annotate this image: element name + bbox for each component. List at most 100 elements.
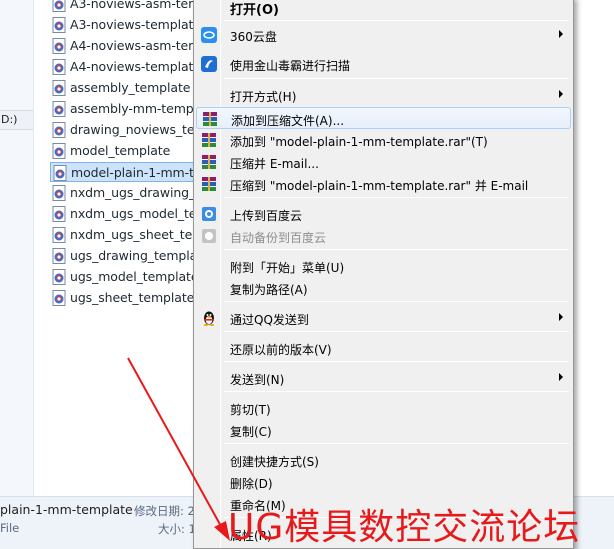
file-name: assembly_template bbox=[70, 80, 191, 95]
nx-part-file-icon bbox=[52, 269, 67, 285]
menu-item-label: 上传到百度云 bbox=[230, 209, 303, 223]
menu-separator bbox=[224, 443, 569, 444]
menu-item-label: 创建快捷方式(S) bbox=[230, 455, 319, 469]
menu-item-label: 打开方式(H) bbox=[230, 90, 297, 104]
file-list-item[interactable]: assembly_template bbox=[50, 78, 200, 98]
menu-item-open[interactable]: 打开(O) bbox=[196, 0, 571, 19]
nx-part-file-icon bbox=[52, 0, 67, 12]
file-name: ugs_drawing_template bbox=[70, 248, 200, 263]
menu-item-label: 剪切(T) bbox=[230, 403, 271, 417]
file-list-item[interactable]: A3-noviews-asm-temp bbox=[50, 0, 200, 14]
nx-part-file-icon bbox=[52, 143, 67, 159]
context-menu: 打开(O) 360云盘 使用金山毒霸进行扫描 打开方式(H) 添加到压缩文件(A… bbox=[193, 0, 574, 549]
menu-separator bbox=[224, 78, 569, 79]
archive-books-icon bbox=[201, 176, 217, 192]
menu-item-jinshan-scan[interactable]: 使用金山毒霸进行扫描 bbox=[196, 53, 571, 75]
file-name: ugs_sheet_templates_ bbox=[70, 290, 200, 305]
menu-item-copy[interactable]: 复制(C) bbox=[196, 419, 571, 441]
nx-part-file-icon bbox=[52, 290, 67, 306]
menu-item-upload-baidu[interactable]: 上传到百度云 bbox=[196, 203, 571, 225]
file-list-item[interactable]: model_template bbox=[50, 141, 200, 161]
nav-item-drive-d[interactable]: D:) bbox=[0, 110, 33, 130]
file-list-item[interactable]: assembly-mm-templa bbox=[50, 99, 200, 119]
nx-part-file-icon bbox=[52, 38, 67, 54]
file-list-item[interactable]: ugs_sheet_templates_ bbox=[50, 288, 200, 308]
file-list-item[interactable]: drawing_noviews_tem bbox=[50, 120, 200, 140]
menu-item-360-cloud[interactable]: 360云盘 bbox=[196, 24, 571, 46]
menu-item-compress-rar-email[interactable]: 压缩到 "model-plain-1-mm-template.rar" 并 E-… bbox=[196, 173, 571, 195]
file-name: A3-noviews-asm-temp bbox=[70, 0, 200, 11]
menu-item-add-to-rar[interactable]: 添加到 "model-plain-1-mm-template.rar"(T) bbox=[196, 129, 571, 151]
navigation-pane: D:) bbox=[0, 0, 34, 496]
submenu-arrow-icon bbox=[559, 30, 563, 38]
antivirus-icon bbox=[201, 56, 217, 72]
file-list-item[interactable]: ugs_drawing_template bbox=[50, 246, 200, 266]
menu-separator bbox=[224, 361, 569, 362]
menu-item-compress-email[interactable]: 压缩并 E-mail... bbox=[196, 151, 571, 173]
menu-item-label: 发送到(N) bbox=[230, 373, 285, 387]
file-name: A3-noviews-template bbox=[70, 17, 200, 32]
menu-item-label: 复制为路径(A) bbox=[230, 283, 308, 297]
file-name: assembly-mm-templa bbox=[70, 101, 200, 116]
menu-item-label: 删除(D) bbox=[230, 477, 273, 491]
nx-part-file-icon bbox=[52, 80, 67, 96]
file-list-item[interactable]: A4-noviews-asm-temp bbox=[50, 36, 200, 56]
file-list-item[interactable]: ugs_model_templates bbox=[50, 267, 200, 287]
file-name: nxdm_ugs_sheet_temp bbox=[70, 227, 200, 242]
file-name: ugs_model_templates bbox=[70, 269, 200, 284]
menu-item-send-to[interactable]: 发送到(N) bbox=[196, 367, 571, 389]
menu-item-restore-previous[interactable]: 还原以前的版本(V) bbox=[196, 337, 571, 359]
nx-part-file-icon bbox=[52, 227, 67, 243]
details-file-name: plain-1-mm-template bbox=[0, 502, 133, 517]
file-name: model_template bbox=[70, 143, 171, 158]
menu-item-label: 添加到 "model-plain-1-mm-template.rar"(T) bbox=[230, 135, 488, 149]
menu-item-label: 附到「开始」菜单(U) bbox=[230, 261, 345, 275]
file-list: A3-noviews-asm-temp A3-noviews-template A4… bbox=[50, 0, 200, 496]
file-name: A4-noviews-template bbox=[70, 59, 200, 74]
file-list-item[interactable]: A3-noviews-template bbox=[50, 15, 200, 35]
cloud-icon bbox=[201, 27, 217, 43]
menu-separator bbox=[224, 331, 569, 332]
file-list-item[interactable]: nxdm_ugs_model_tem bbox=[50, 204, 200, 224]
menu-item-add-to-archive[interactable]: 添加到压缩文件(A)... bbox=[196, 107, 571, 129]
file-name: A4-noviews-asm-temp bbox=[70, 38, 200, 53]
menu-item-copy-path[interactable]: 复制为路径(A) bbox=[196, 277, 571, 299]
archive-books-icon bbox=[201, 132, 217, 148]
menu-item-label: 压缩并 E-mail... bbox=[230, 157, 319, 171]
menu-item-delete[interactable]: 删除(D) bbox=[196, 471, 571, 493]
menu-item-label: 压缩到 "model-plain-1-mm-template.rar" 并 E-… bbox=[230, 179, 529, 193]
file-list-item[interactable]: A4-noviews-template bbox=[50, 57, 200, 77]
submenu-arrow-icon bbox=[559, 90, 563, 98]
details-file-type: File bbox=[0, 521, 20, 535]
file-list-item[interactable]: nxdm_ugs_sheet_temp bbox=[50, 225, 200, 245]
menu-separator bbox=[224, 197, 569, 198]
menu-separator bbox=[224, 20, 569, 21]
file-list-item[interactable]: model-plain-1-mm-te bbox=[50, 162, 200, 182]
archive-books-icon bbox=[202, 111, 218, 127]
menu-item-label: 自动备份到百度云 bbox=[230, 231, 327, 245]
submenu-arrow-icon bbox=[559, 313, 563, 321]
nx-part-file-icon bbox=[52, 17, 67, 33]
nx-part-file-icon bbox=[52, 101, 67, 117]
menu-separator bbox=[224, 391, 569, 392]
menu-item-open-label: 打开(O) bbox=[230, 3, 279, 18]
nx-part-file-icon bbox=[52, 122, 67, 138]
baidu-cloud-icon bbox=[201, 206, 217, 222]
menu-item-auto-backup-baidu[interactable]: 自动备份到百度云 bbox=[196, 225, 571, 247]
menu-item-label: 通过QQ发送到 bbox=[230, 313, 309, 327]
menu-item-send-qq[interactable]: 通过QQ发送到 bbox=[196, 307, 571, 329]
file-name: nxdm_ugs_model_tem bbox=[70, 206, 200, 221]
menu-item-open-with[interactable]: 打开方式(H) bbox=[196, 84, 571, 106]
menu-item-cut[interactable]: 剪切(T) bbox=[196, 397, 571, 419]
penguin-icon bbox=[201, 310, 217, 326]
file-list-item[interactable]: nxdm_ugs_drawing_te bbox=[50, 183, 200, 203]
details-size: 大小: 1 bbox=[158, 522, 196, 536]
nx-part-file-icon bbox=[53, 165, 68, 181]
menu-item-create-shortcut[interactable]: 创建快捷方式(S) bbox=[196, 449, 571, 471]
menu-separator bbox=[224, 249, 569, 250]
menu-item-pin-start[interactable]: 附到「开始」菜单(U) bbox=[196, 255, 571, 277]
menu-item-label: 使用金山毒霸进行扫描 bbox=[230, 59, 351, 73]
archive-books-icon bbox=[201, 154, 217, 170]
watermark-text: UG模具数控交流论坛 bbox=[228, 507, 581, 548]
menu-item-label: 还原以前的版本(V) bbox=[230, 343, 332, 357]
